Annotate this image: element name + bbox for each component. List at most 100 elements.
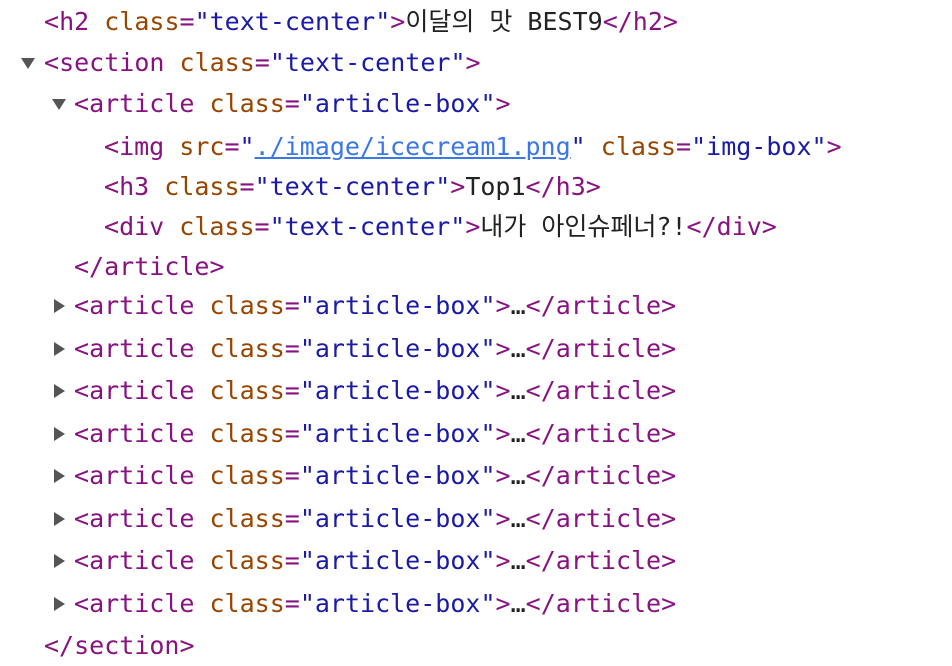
node-article-collapsed[interactable]: <article class="article-box">…</article> bbox=[0, 371, 952, 411]
attr-name: class bbox=[209, 419, 285, 448]
expand-toggle[interactable] bbox=[50, 456, 68, 496]
node-article-code: <article class="article-box">…</article> bbox=[74, 589, 677, 618]
expand-toggle[interactable] bbox=[50, 371, 68, 411]
triangle-right-icon bbox=[53, 554, 65, 568]
triangle-right-icon bbox=[53, 342, 65, 356]
closing-tag-name: article bbox=[555, 461, 662, 490]
node-h3[interactable]: <h3 class="text-center">Top1</h3> bbox=[0, 167, 952, 207]
closing-tag-name: div bbox=[716, 212, 762, 241]
node-article-code: <article class="article-box">…</article> bbox=[74, 419, 677, 448]
node-article-collapsed[interactable]: <article class="article-box">…</article> bbox=[0, 541, 952, 581]
tag-name: div bbox=[119, 212, 165, 241]
collapsed-ellipsis[interactable]: … bbox=[511, 376, 526, 405]
collapsed-ellipsis[interactable]: … bbox=[511, 546, 526, 575]
node-div[interactable]: <div class="text-center">내가 아인슈페너?!</div… bbox=[0, 207, 952, 247]
text-content: 이달의 맛 BEST9 bbox=[405, 7, 603, 36]
attr-name: class bbox=[209, 89, 285, 118]
collapsed-ellipsis[interactable]: … bbox=[511, 291, 526, 320]
tag-name: article bbox=[89, 376, 195, 405]
node-article-code: <article class="article-box">…</article> bbox=[74, 334, 677, 363]
collapsed-ellipsis[interactable]: … bbox=[511, 461, 526, 490]
node-article-collapsed[interactable]: <article class="article-box">…</article> bbox=[0, 329, 952, 369]
tag-name: img bbox=[119, 132, 165, 161]
closing-tag-name: article bbox=[104, 252, 210, 281]
attr-value: text-center bbox=[284, 212, 451, 241]
node-article-1-close[interactable]: </article> bbox=[0, 247, 952, 287]
attr-value: article-box bbox=[314, 291, 481, 320]
tag-name: article bbox=[89, 291, 195, 320]
attr-value: article-box bbox=[314, 419, 481, 448]
tag-name: section bbox=[59, 48, 165, 77]
expand-toggle[interactable] bbox=[50, 329, 68, 369]
node-article-collapsed[interactable]: <article class="article-box">…</article> bbox=[0, 456, 952, 496]
tag-name: h3 bbox=[119, 172, 150, 201]
tag-name: article bbox=[89, 334, 195, 363]
attr-value: article-box bbox=[314, 376, 481, 405]
attr-name: class bbox=[209, 589, 285, 618]
node-h2-code: <h2 class="text-center">이달의 맛 BEST9</h2> bbox=[44, 7, 678, 36]
expand-toggle[interactable] bbox=[50, 286, 68, 326]
attr-name: class bbox=[179, 48, 255, 77]
tag-name: article bbox=[89, 419, 195, 448]
attr-value: article-box bbox=[314, 546, 481, 575]
node-img-code: <img src="./image/icecream1.png" class="… bbox=[104, 132, 842, 161]
attr-value: img-box bbox=[706, 132, 812, 161]
node-article-collapsed[interactable]: <article class="article-box">…</article> bbox=[0, 286, 952, 326]
expand-toggle[interactable] bbox=[50, 499, 68, 539]
triangle-right-icon bbox=[53, 427, 65, 441]
expand-toggle[interactable] bbox=[50, 84, 68, 124]
attr-name: class bbox=[600, 132, 677, 161]
closing-tag-name: h2 bbox=[632, 7, 663, 36]
node-img[interactable]: <img src="./image/icecream1.png" class="… bbox=[0, 127, 952, 167]
attr-name: class bbox=[209, 546, 285, 575]
triangle-right-icon bbox=[53, 299, 65, 313]
collapsed-ellipsis[interactable]: … bbox=[511, 589, 526, 618]
node-section[interactable]: <section class="text-center"> bbox=[0, 43, 952, 83]
closing-tag: </section> bbox=[44, 631, 195, 660]
closing-tag-name: article bbox=[555, 589, 662, 618]
elements-tree: <h2 class="text-center">이달의 맛 BEST9</h2>… bbox=[0, 0, 952, 666]
attr-name: class bbox=[104, 7, 180, 36]
attr-name: class bbox=[164, 172, 240, 201]
attr-value: article-box bbox=[314, 89, 481, 118]
node-h2[interactable]: <h2 class="text-center">이달의 맛 BEST9</h2> bbox=[0, 2, 952, 42]
node-section-code: <section class="text-center"> bbox=[44, 48, 481, 77]
attr-name: class bbox=[209, 504, 285, 533]
node-article-collapsed[interactable]: <article class="article-box">…</article> bbox=[0, 584, 952, 624]
node-article-collapsed[interactable]: <article class="article-box">…</article> bbox=[0, 499, 952, 539]
expand-toggle[interactable] bbox=[50, 541, 68, 581]
attr-name: class bbox=[209, 461, 285, 490]
text-content: 내가 아인슈페너?! bbox=[480, 212, 687, 241]
tag-name: h2 bbox=[59, 7, 90, 36]
collapsed-ellipsis[interactable]: … bbox=[511, 419, 526, 448]
expand-toggle[interactable] bbox=[19, 43, 37, 83]
node-article-code: <article class="article-box">…</article> bbox=[74, 291, 677, 320]
attr-name: class bbox=[209, 376, 285, 405]
attr-value: article-box bbox=[314, 461, 481, 490]
attr-name: src bbox=[179, 132, 225, 161]
node-article-code: <article class="article-box">…</article> bbox=[74, 376, 677, 405]
closing-tag-name: article bbox=[555, 546, 662, 575]
expand-toggle[interactable] bbox=[50, 584, 68, 624]
closing-tag-name: article bbox=[555, 291, 662, 320]
node-h3-code: <h3 class="text-center">Top1</h3> bbox=[104, 172, 601, 201]
closing-tag: </article> bbox=[74, 252, 225, 281]
attr-value: article-box bbox=[314, 589, 481, 618]
text-content: Top1 bbox=[465, 172, 526, 201]
collapsed-ellipsis[interactable]: … bbox=[511, 504, 526, 533]
tag-name: article bbox=[89, 89, 195, 118]
tag-name: article bbox=[89, 504, 195, 533]
node-article-collapsed[interactable]: <article class="article-box">…</article> bbox=[0, 414, 952, 454]
attr-value: text-center bbox=[209, 7, 376, 36]
collapsed-ellipsis[interactable]: … bbox=[511, 334, 526, 363]
src-link[interactable]: ./image/icecream1.png bbox=[255, 132, 571, 161]
attr-value: article-box bbox=[314, 334, 481, 363]
tag-name: article bbox=[89, 589, 195, 618]
node-article-1[interactable]: <article class="article-box"> bbox=[0, 84, 952, 124]
node-section-close[interactable]: </section> bbox=[0, 626, 952, 666]
closing-tag-name: article bbox=[555, 334, 662, 363]
node-div-code: <div class="text-center">내가 아인슈페너?!</div… bbox=[104, 212, 777, 241]
expand-toggle[interactable] bbox=[50, 414, 68, 454]
triangle-right-icon bbox=[53, 597, 65, 611]
closing-tag-name: article bbox=[555, 504, 662, 533]
